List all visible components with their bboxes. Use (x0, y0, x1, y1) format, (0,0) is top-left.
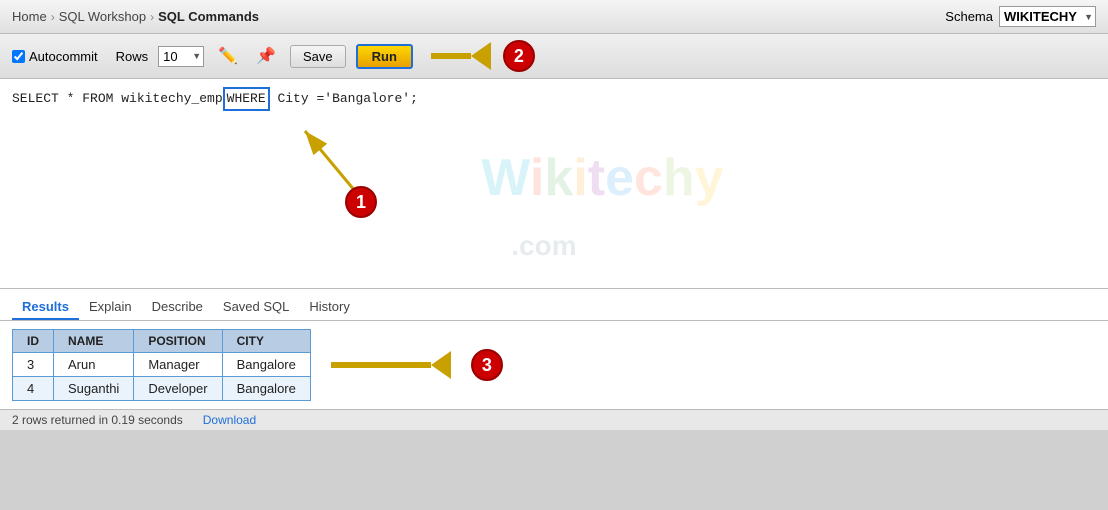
cell-name-2: Suganthi (54, 377, 134, 401)
rows-label: Rows (116, 49, 149, 64)
badge-2-circle: 2 (503, 40, 535, 72)
editor-area[interactable]: Wikitechy .com SELECT * FROM wikitechy_e… (0, 79, 1108, 289)
table-header-row: ID NAME POSITION CITY (13, 330, 311, 353)
autocommit-text: Autocommit (29, 49, 98, 64)
tab-saved-sql[interactable]: Saved SQL (213, 295, 300, 320)
breadcrumb-bar: Home › SQL Workshop › SQL Commands Schem… (0, 0, 1108, 34)
sql-where-box: WHERE (223, 87, 270, 111)
results-arrow-shaft (331, 362, 431, 368)
editor-annotation: 1 (295, 121, 375, 204)
toolbar-wrapper: Autocommit Rows 10 25 50 100 ✏️ 📌 Save R… (0, 34, 1108, 79)
schema-select-wrapper[interactable]: WIKITECHY (999, 6, 1096, 27)
tab-results[interactable]: Results (12, 295, 79, 320)
sql-condition: City ='Bangalore'; (270, 91, 418, 106)
download-link[interactable]: Download (203, 413, 256, 427)
badge-3-circle: 3 (471, 349, 503, 381)
badge-1-circle: 1 (345, 186, 377, 218)
cell-name-1: Arun (54, 353, 134, 377)
results-arrow-head (431, 351, 451, 379)
arrow-head-2 (471, 42, 491, 70)
col-name: NAME (54, 330, 134, 353)
col-city: CITY (222, 330, 310, 353)
cell-city-1: Bangalore (222, 353, 310, 377)
arrow-shaft-2 (431, 53, 471, 59)
sql-select: SELECT * FROM (12, 91, 121, 106)
badge-3: 3 (471, 349, 503, 381)
status-message: 2 rows returned in 0.19 seconds (12, 413, 183, 427)
cell-id-2: 4 (13, 377, 54, 401)
results-tabs: Results Explain Describe Saved SQL Histo… (0, 289, 1108, 321)
rows-select-wrapper[interactable]: 10 25 50 100 (158, 46, 204, 67)
result-table: ID NAME POSITION CITY 3 Arun Manager Ban… (12, 329, 311, 401)
badge-1: 1 (345, 186, 377, 218)
breadcrumb-sql-commands: SQL Commands (158, 9, 259, 24)
breadcrumb-home[interactable]: Home (12, 9, 47, 24)
schema-select[interactable]: WIKITECHY (999, 6, 1096, 27)
sql-table: wikitechy_emp (121, 91, 222, 106)
schema-area: Schema WIKITECHY (945, 6, 1096, 27)
run-arrow-indicator: 2 (431, 40, 535, 72)
schema-label: Schema (945, 9, 993, 24)
tab-history[interactable]: History (299, 295, 359, 320)
results-arrow-indicator: 3 (331, 349, 503, 381)
badge-2: 2 (503, 40, 535, 72)
cell-city-2: Bangalore (222, 377, 310, 401)
cell-position-1: Manager (134, 353, 222, 377)
table-row: 3 Arun Manager Bangalore (13, 353, 311, 377)
edit-icon-button[interactable]: ✏️ (214, 44, 242, 68)
toolbar: Autocommit Rows 10 25 50 100 ✏️ 📌 Save R… (0, 34, 1108, 79)
results-content: ID NAME POSITION CITY 3 Arun Manager Ban… (0, 321, 1108, 409)
cell-position-2: Developer (134, 377, 222, 401)
breadcrumb-sep1: › (51, 10, 55, 24)
cell-id-1: 3 (13, 353, 54, 377)
breadcrumb-sql-workshop[interactable]: SQL Workshop (59, 9, 146, 24)
autocommit-label[interactable]: Autocommit (12, 49, 98, 64)
status-bar: 2 rows returned in 0.19 seconds Download (0, 409, 1108, 430)
tab-describe[interactable]: Describe (142, 295, 213, 320)
breadcrumb: Home › SQL Workshop › SQL Commands (12, 9, 259, 24)
breadcrumb-sep2: › (150, 10, 154, 24)
autocommit-checkbox[interactable] (12, 50, 25, 63)
save-button[interactable]: Save (290, 45, 346, 68)
watermark: Wikitechy .com (481, 148, 723, 268)
table-row: 4 Suganthi Developer Bangalore (13, 377, 311, 401)
col-id: ID (13, 330, 54, 353)
rows-select[interactable]: 10 25 50 100 (158, 46, 204, 67)
col-position: POSITION (134, 330, 222, 353)
tab-explain[interactable]: Explain (79, 295, 142, 320)
pin-icon-button[interactable]: 📌 (252, 44, 280, 68)
results-area: Results Explain Describe Saved SQL Histo… (0, 289, 1108, 409)
run-button[interactable]: Run (356, 44, 413, 69)
sql-code[interactable]: SELECT * FROM wikitechy_emp WHERE City =… (12, 87, 1096, 111)
